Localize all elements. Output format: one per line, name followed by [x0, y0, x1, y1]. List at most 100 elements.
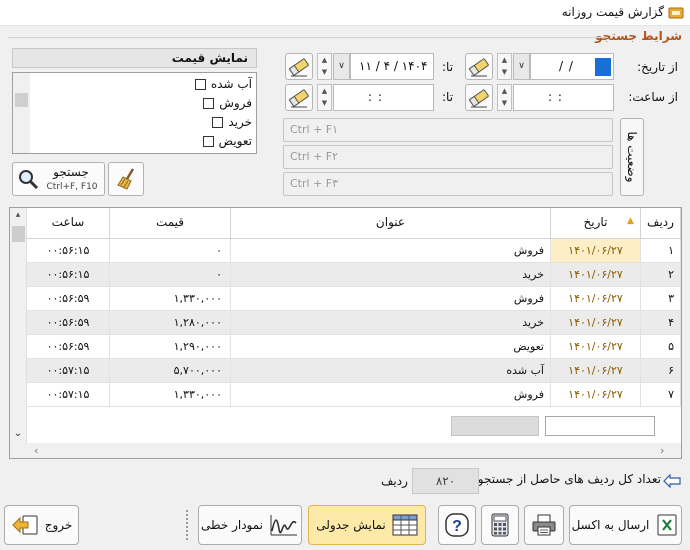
search-button[interactable]: جستجو Ctrl+F, F10	[12, 162, 105, 196]
clear-to-time-button[interactable]	[285, 84, 313, 111]
cell-n[interactable]: ۲	[641, 263, 681, 287]
print-button[interactable]	[524, 505, 564, 545]
scroll-up-icon[interactable]: ▴	[12, 210, 24, 220]
cell-date[interactable]: ۱۴۰۱/۰۶/۲۷	[551, 239, 641, 263]
column-header-time[interactable]: ساعت	[27, 208, 110, 239]
statuses-button[interactable]: وضعیت ها	[620, 118, 644, 196]
status-filter-3[interactable]: Ctrl + F۳	[283, 172, 613, 196]
cell-time[interactable]: ۰۰:۵۷:۱۵	[27, 383, 110, 407]
cell-title[interactable]: تعویض	[231, 335, 551, 359]
spin-down-icon[interactable]: ▼	[498, 97, 511, 109]
help-icon: ?	[445, 513, 469, 537]
status-filter-1[interactable]: Ctrl + F۱	[283, 118, 613, 142]
grid-vertical-scrollbar[interactable]: ▴ ⌄	[10, 208, 27, 443]
cell-title[interactable]: خرید	[231, 311, 551, 335]
cell-title[interactable]: فروش	[231, 383, 551, 407]
cell-price[interactable]: ۱,۳۳۰,۰۰۰	[110, 383, 231, 407]
to-date-dropdown[interactable]: ∨	[333, 53, 350, 80]
cell-date[interactable]: ۱۴۰۱/۰۶/۲۷	[551, 263, 641, 287]
cell-date[interactable]: ۱۴۰۱/۰۶/۲۷	[551, 287, 641, 311]
grid-horizontal-scrollbar[interactable]: ‹ ›	[10, 443, 681, 458]
clear-from-time-button[interactable]	[465, 84, 493, 111]
scroll-right-icon[interactable]: ›	[660, 444, 664, 457]
spin-up-icon[interactable]: ▲	[318, 85, 331, 97]
search-group-label: شرایط جستجو	[595, 29, 682, 43]
cell-title[interactable]: خرید	[231, 263, 551, 287]
cell-title[interactable]: فروش	[231, 239, 551, 263]
cell-price[interactable]: ۰	[110, 263, 231, 287]
list-scrollbar[interactable]	[13, 73, 30, 153]
list-item[interactable]: آب شده	[194, 75, 252, 93]
scroll-down-icon[interactable]: ⌄	[12, 428, 24, 440]
cell-price[interactable]: ۱,۲۸۰,۰۰۰	[110, 311, 231, 335]
export-excel-button[interactable]: ارسال به اکسل	[569, 505, 682, 545]
checkbox[interactable]	[203, 97, 215, 109]
clear-filters-button[interactable]	[108, 162, 144, 196]
cell-n[interactable]: ۶	[641, 359, 681, 383]
table-view-button[interactable]: نمایش جدولی	[308, 505, 426, 545]
cell-n[interactable]: ۴	[641, 311, 681, 335]
cell-time[interactable]: ۰۰:۵۶:۵۹	[27, 311, 110, 335]
status-filter-2[interactable]: Ctrl + F۲	[283, 145, 613, 169]
spin-up-icon[interactable]: ▲	[498, 85, 511, 97]
table-icon	[392, 514, 418, 536]
spin-down-icon[interactable]: ▼	[318, 66, 331, 78]
cell-date[interactable]: ۱۴۰۱/۰۶/۲۷	[551, 383, 641, 407]
cell-date[interactable]: ۱۴۰۱/۰۶/۲۷	[551, 359, 641, 383]
help-button[interactable]: ?	[438, 505, 476, 545]
cell-n[interactable]: ۱	[641, 239, 681, 263]
cell-time[interactable]: ۰۰:۵۶:۵۹	[27, 287, 110, 311]
scroll-thumb[interactable]	[15, 93, 28, 107]
to-time-spinner[interactable]: ▲ ▼	[317, 84, 332, 111]
column-header-price[interactable]: قیمت	[110, 208, 231, 239]
list-item[interactable]: فروش	[203, 94, 252, 112]
checkbox[interactable]	[194, 78, 206, 90]
cell-time[interactable]: ۰۰:۵۶:۵۹	[27, 335, 110, 359]
clear-to-date-button[interactable]	[285, 53, 313, 80]
cell-price[interactable]: ۰	[110, 239, 231, 263]
spin-down-icon[interactable]: ▼	[498, 66, 511, 78]
spin-down-icon[interactable]: ▼	[318, 97, 331, 109]
eraser-icon	[288, 89, 309, 108]
list-item[interactable]: تعویض	[202, 132, 252, 150]
cell-title[interactable]: آب شده	[231, 359, 551, 383]
checkbox[interactable]	[212, 116, 224, 128]
cell-price[interactable]: ۱,۳۳۰,۰۰۰	[110, 287, 231, 311]
to-date-field[interactable]: ۱۱ / ۴ / ۱۴۰۴	[350, 53, 434, 80]
from-time-field[interactable]: : :	[513, 84, 614, 111]
cell-time[interactable]: ۰۰:۵۷:۱۵	[27, 359, 110, 383]
from-date-field[interactable]: / /	[530, 53, 614, 80]
from-time-spinner[interactable]: ▲ ▼	[497, 84, 512, 111]
list-item-label: تعویض	[218, 134, 252, 148]
calculator-button[interactable]	[481, 505, 519, 545]
results-grid[interactable]: ساعت قیمت عنوان تاریخ ▲ ردیف ۰۰:۵۶:۱۵ ۰ فر…	[9, 207, 682, 459]
price-type-list[interactable]: آب شده فروش خرید تعویض	[12, 72, 257, 154]
column-header-row[interactable]: ردیف	[641, 208, 681, 239]
list-item-label: آب شده	[210, 77, 252, 91]
cell-date[interactable]: ۱۴۰۱/۰۶/۲۷	[551, 335, 641, 359]
exit-button[interactable]: خروج	[4, 505, 79, 545]
cell-price[interactable]: ۵,۷۰۰,۰۰۰	[110, 359, 231, 383]
cell-date[interactable]: ۱۴۰۱/۰۶/۲۷	[551, 311, 641, 335]
cell-time[interactable]: ۰۰:۵۶:۱۵	[27, 263, 110, 287]
from-date-spinner[interactable]: ▲ ▼	[497, 53, 512, 80]
cell-n[interactable]: ۷	[641, 383, 681, 407]
to-time-field[interactable]: : :	[333, 84, 434, 111]
clear-from-date-button[interactable]	[465, 53, 493, 80]
list-item[interactable]: خرید	[212, 113, 252, 131]
checkbox[interactable]	[202, 135, 214, 147]
from-date-dropdown[interactable]: ∨	[513, 53, 530, 80]
spin-up-icon[interactable]: ▲	[318, 54, 331, 66]
spin-up-icon[interactable]: ▲	[498, 54, 511, 66]
scroll-thumb[interactable]	[12, 226, 25, 242]
cell-n[interactable]: ۳	[641, 287, 681, 311]
scroll-left-icon[interactable]: ‹	[34, 444, 38, 457]
cell-title[interactable]: فروش	[231, 287, 551, 311]
cell-time[interactable]: ۰۰:۵۶:۱۵	[27, 239, 110, 263]
line-chart-button[interactable]: نمودار خطی	[198, 505, 302, 545]
cell-price[interactable]: ۱,۲۹۰,۰۰۰	[110, 335, 231, 359]
to-date-spinner[interactable]: ▲ ▼	[317, 53, 332, 80]
cell-n[interactable]: ۵	[641, 335, 681, 359]
column-header-title[interactable]: عنوان	[231, 208, 551, 239]
column-header-date[interactable]: تاریخ ▲	[551, 208, 641, 239]
